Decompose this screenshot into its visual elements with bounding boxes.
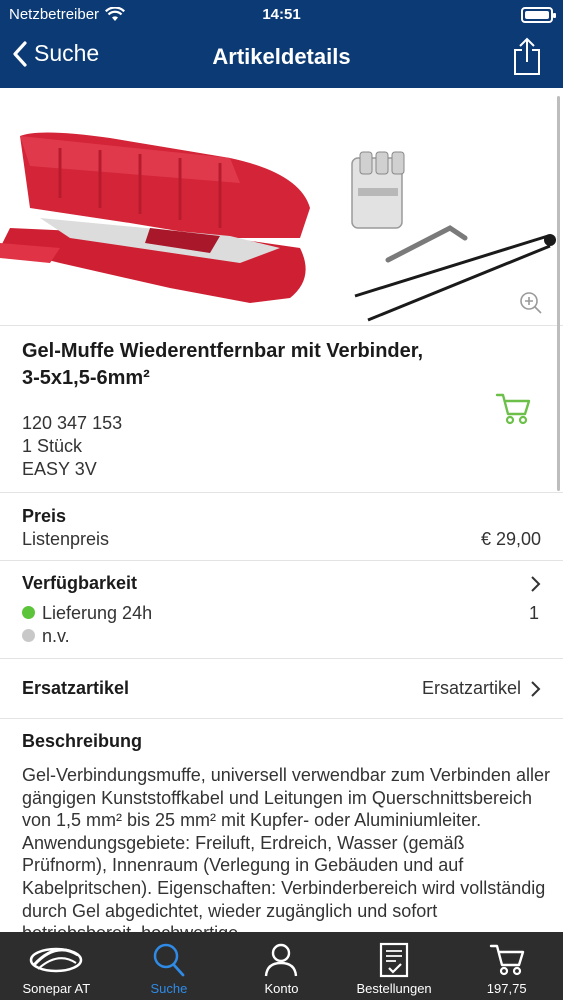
tab-orders[interactable]: Bestellungen — [338, 932, 451, 1000]
availability-item: n.v. — [22, 626, 70, 647]
tab-search[interactable]: Suche — [113, 932, 226, 1000]
tab-label: Suche — [150, 981, 188, 996]
availability-item: Lieferung 24h — [22, 603, 152, 624]
replacement-value: Ersatzartikel — [421, 678, 521, 698]
tab-sonepar[interactable]: Sonepar AT — [0, 932, 113, 1000]
tab-label: Bestellungen — [356, 981, 432, 996]
availability-label: Lieferung 24h — [42, 603, 153, 623]
description-text: Gel-Verbindungsmuffe, universell verwend… — [22, 765, 550, 932]
divider — [0, 492, 563, 493]
description-heading: Beschreibung — [22, 731, 143, 751]
share-button[interactable] — [513, 36, 541, 81]
page-title: Artikeldetails — [212, 44, 351, 69]
price-heading: Preis — [22, 506, 67, 526]
availability-row[interactable]: Verfügbarkeit Lieferung 24h 1 n.v. — [0, 561, 563, 657]
zoom-in-icon — [520, 292, 542, 314]
availability-count: 1 — [528, 603, 539, 623]
tab-label: 197,75 — [486, 981, 527, 996]
zoom-button[interactable] — [519, 291, 543, 320]
tab-bar: Sonepar AT Suche Konto Bestellungen 197,… — [0, 932, 563, 1000]
navigation-bar: Suche Artikeldetails — [0, 30, 563, 88]
model-number: EASY 3V — [22, 459, 97, 479]
tab-label: Sonepar AT — [22, 981, 91, 996]
product-meta: 120 347 153 1 Stück EASY 3V — [22, 412, 122, 481]
sonepar-logo-icon — [30, 947, 83, 973]
list-price-label: Listenpreis — [22, 529, 110, 549]
tab-account[interactable]: Konto — [225, 932, 338, 1000]
orders-icon — [379, 942, 409, 978]
status-dot-unavailable — [22, 628, 35, 642]
availability-heading: Verfügbarkeit — [22, 573, 138, 593]
add-to-cart-button[interactable] — [495, 392, 531, 431]
product-image[interactable] — [0, 88, 563, 326]
battery-icon — [521, 7, 556, 23]
tab-cart[interactable]: 197,75 — [450, 932, 563, 1000]
cart-icon — [489, 944, 524, 976]
product-photo — [0, 132, 556, 322]
status-bar: Netzbetreiber 14:51 — [0, 0, 563, 30]
product-title: Gel-Muffe Wiederentfernbar mit Verbinder… — [22, 340, 424, 389]
article-number: 120 347 153 — [22, 413, 123, 433]
chevron-right-icon — [531, 576, 541, 592]
search-icon — [153, 943, 185, 977]
tab-label: Konto — [264, 981, 299, 996]
chevron-right-icon — [531, 681, 541, 697]
status-dot-available — [22, 605, 35, 619]
scroll-indicator[interactable] — [557, 96, 560, 491]
unit-quantity: 1 Stück — [22, 436, 83, 456]
list-price-value: € 29,00 — [480, 529, 541, 549]
availability-label: n.v. — [42, 626, 70, 646]
user-icon — [265, 943, 298, 977]
clock: 14:51 — [262, 6, 301, 23]
cart-icon — [495, 393, 531, 425]
top-bar: Netzbetreiber 14:51 Suche Artikeldetails — [0, 0, 563, 88]
replacement-heading: Ersatzartikel — [22, 678, 130, 698]
replacement-row[interactable]: Ersatzartikel Ersatzartikel — [0, 659, 563, 717]
share-icon — [514, 37, 540, 75]
divider — [0, 718, 563, 719]
